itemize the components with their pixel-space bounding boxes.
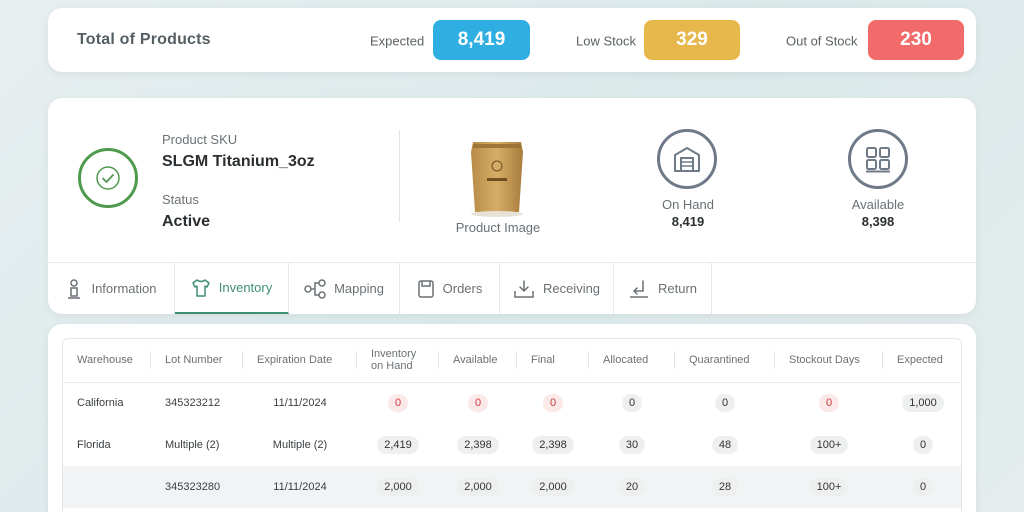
cell-allocated: 0 <box>621 394 643 413</box>
info-person-icon <box>68 278 81 299</box>
expected-badge[interactable]: 8,419 <box>433 20 530 60</box>
col-header-expiration-date[interactable]: Expiration Date <box>243 339 357 383</box>
sku-value: SLGM Titanium_3oz <box>162 153 315 170</box>
col-header-inventory-on-hand[interactable]: Inventory on Hand <box>357 339 439 383</box>
tab-receiving-label: Receiving <box>542 281 601 296</box>
cell-expiration-date: 11/11/2024 <box>243 466 357 508</box>
low-stock-badge[interactable]: 329 <box>644 20 740 60</box>
available-label: Available <box>851 197 905 212</box>
cell-expected: 0 <box>912 478 934 496</box>
check-circle-icon <box>78 148 138 208</box>
table-row[interactable]: California 345323212 11/11/2024 0 0 0 0 … <box>63 382 961 424</box>
vertical-divider <box>399 130 400 222</box>
tab-inventory[interactable]: Inventory <box>175 263 289 314</box>
on-hand-label: On Hand <box>661 197 715 212</box>
return-icon <box>629 279 648 298</box>
cell-lot-number: 345323280 <box>151 466 243 508</box>
receiving-icon <box>514 279 534 298</box>
cell-available: 2,000 <box>457 478 499 496</box>
product-image-label: Product Image <box>455 220 541 235</box>
cell-warehouse <box>63 466 151 508</box>
cell-final: 2,398 <box>532 436 574 454</box>
out-of-stock-label: Out of Stock <box>786 33 858 49</box>
inventory-table: Warehouse Lot Number Expiration Date Inv… <box>63 339 961 508</box>
col-header-lot-number[interactable]: Lot Number <box>151 339 243 383</box>
tab-inventory-label: Inventory <box>218 280 273 295</box>
cell-expected: 1,000 <box>902 394 944 413</box>
shirt-icon <box>192 278 210 297</box>
table-header-row: Warehouse Lot Number Expiration Date Inv… <box>63 339 961 383</box>
cell-expiration-date: Multiple (2) <box>272 439 328 451</box>
inventory-table-wrap: Warehouse Lot Number Expiration Date Inv… <box>62 338 962 512</box>
cell-stockout-days: 100+ <box>809 478 849 496</box>
sku-label: Product SKU <box>162 132 238 147</box>
summary-card: Total of Products Expected 8,419 Low Sto… <box>48 8 976 72</box>
cell-stockout-days: 100+ <box>809 436 849 454</box>
boxes-icon <box>848 129 908 189</box>
inventory-table-card: Warehouse Lot Number Expiration Date Inv… <box>48 324 976 512</box>
status-label: Status <box>162 192 199 207</box>
col-header-stockout-days[interactable]: Stockout Days <box>775 339 883 383</box>
product-card: Product SKU SLGM Titanium_3oz Status Act… <box>48 98 976 314</box>
cell-available: 2,398 <box>457 436 499 454</box>
tab-orders-label: Orders <box>442 281 483 296</box>
status-value: Active <box>162 213 211 230</box>
cell-inventory-on-hand: 0 <box>387 394 409 413</box>
on-hand-value: 8,419 <box>671 214 705 229</box>
cell-stockout-days: 0 <box>818 394 840 413</box>
tab-orders[interactable]: Orders <box>400 263 500 314</box>
cell-quarantined: 48 <box>711 436 739 454</box>
cell-allocated: 30 <box>618 436 646 454</box>
low-stock-label: Low Stock <box>576 33 636 49</box>
cell-quarantined: 0 <box>714 394 736 413</box>
out-of-stock-badge[interactable]: 230 <box>868 20 964 60</box>
tab-return[interactable]: Return <box>614 263 712 314</box>
table-row[interactable]: 345323280 11/11/2024 2,000 2,000 2,000 2… <box>63 466 961 508</box>
product-image[interactable] <box>455 132 539 218</box>
cell-expected: 0 <box>912 436 934 454</box>
cell-warehouse: Florida <box>77 439 111 451</box>
tab-mapping[interactable]: Mapping <box>289 263 400 314</box>
warehouse-icon <box>657 129 717 189</box>
col-header-warehouse[interactable]: Warehouse <box>63 339 151 383</box>
cell-lot-number: 345323212 <box>165 397 221 410</box>
cell-allocated: 20 <box>618 478 646 496</box>
cell-inventory-on-hand: 2,000 <box>377 478 419 496</box>
cell-inventory-on-hand: 2,419 <box>377 436 419 454</box>
col-header-expected[interactable]: Expected <box>883 339 961 383</box>
col-header-final[interactable]: Final <box>517 339 589 383</box>
available-value: 8,398 <box>861 214 895 229</box>
col-header-available[interactable]: Available <box>439 339 517 383</box>
tab-information[interactable]: Information <box>48 263 175 314</box>
expected-label: Expected <box>370 33 425 49</box>
cell-lot-number: Multiple (2) <box>165 439 220 451</box>
mapping-icon <box>304 278 326 299</box>
cell-available: 0 <box>467 394 489 413</box>
tab-receiving[interactable]: Receiving <box>500 263 614 314</box>
cell-quarantined: 28 <box>711 478 739 496</box>
cell-final: 2,000 <box>532 478 574 496</box>
col-header-quarantined[interactable]: Quarantined <box>675 339 775 383</box>
summary-title: Total of Products <box>77 31 211 48</box>
tab-information-label: Information <box>91 281 157 296</box>
cell-expiration-date: 11/11/2024 <box>273 397 327 410</box>
cell-warehouse: California <box>77 397 124 410</box>
cell-final: 0 <box>542 394 564 413</box>
col-header-allocated[interactable]: Allocated <box>589 339 675 383</box>
tab-return-label: Return <box>657 281 698 296</box>
tab-mapping-label: Mapping <box>334 281 384 296</box>
orders-icon <box>417 279 434 298</box>
table-row[interactable]: Florida Multiple (2) Multiple (2) 2,419 … <box>63 424 961 466</box>
